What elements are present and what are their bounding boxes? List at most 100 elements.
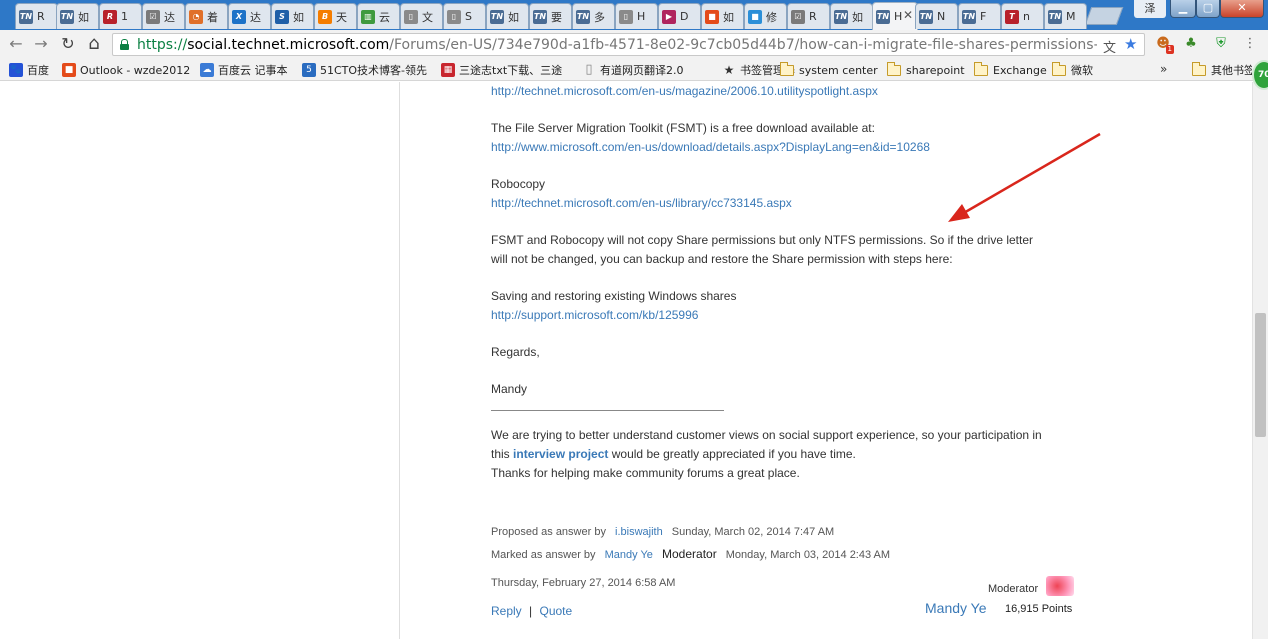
browser-tab[interactable]: TN 多 [572, 3, 615, 29]
minimize-button[interactable]: ▁ [1170, 0, 1196, 18]
extension-shield-icon[interactable]: ⛨ [1212, 35, 1230, 53]
tab-strip: 泽 ▁ ▢ ✕ TN R TN 如 R 1 ☑ 达 ◔ 着 X 达 S 如 B 天 ▥ 云 ▯ 文 ▯ S TN 如 TN 要 TN… [0, 0, 1268, 30]
browser-tab[interactable]: ■ 如 [701, 3, 744, 29]
browser-tab[interactable]: ▶ D [658, 3, 701, 29]
tab-close-icon[interactable]: ✕ [903, 8, 913, 22]
survey-line-1: We are trying to better understand custo… [491, 428, 1042, 442]
tab-title: F [980, 10, 987, 23]
page-icon: ▯ [404, 9, 418, 24]
bookmarks-overflow-button[interactable]: » [1160, 62, 1167, 76]
robocopy-text: Robocopy [491, 177, 546, 191]
url-text: https://social.technet.microsoft.com/For… [137, 37, 1097, 53]
survey-line-2: this interview project would be greatly … [491, 445, 856, 464]
browser-tab[interactable]: TN 要 [529, 3, 572, 29]
robocopy-link[interactable]: http://technet.microsoft.com/en-us/libra… [491, 194, 792, 213]
technet-icon: TN [876, 9, 890, 24]
technet-icon: TN [1048, 9, 1062, 24]
kb-link[interactable]: http://support.microsoft.com/kb/125996 [491, 306, 698, 325]
browser-tab[interactable]: TN N [915, 3, 958, 29]
tab-title: S [465, 10, 472, 23]
blogger-icon: B [318, 9, 332, 24]
browser-tab[interactable]: ◔ 着 [185, 3, 228, 29]
url-path: /Forums/en-US/734e790d-a1fb-4571-8e02-9c… [389, 37, 1097, 53]
share-note-line-1: FSMT and Robocopy will not copy Share pe… [491, 233, 1034, 247]
bookmarks-bar: » 其他书签 🐾 百度 ■ Outlook - wzde2012 ☁ 百度云 记事本 5 51… [0, 59, 1268, 81]
extension-clover-icon[interactable]: ♣ [1182, 35, 1200, 53]
bookmark-label: 百度 [27, 64, 49, 77]
translate-icon[interactable]: 文 [1103, 37, 1116, 56]
browser-tab[interactable]: TN H ✕ [872, 2, 918, 30]
technet-icon: TN [19, 9, 33, 24]
author-avatar[interactable] [1046, 576, 1074, 596]
browser-tab[interactable]: TN R [15, 3, 58, 29]
proposed-user-link[interactable]: i.biswajith [615, 526, 663, 538]
browser-tab[interactable]: R1 [99, 3, 142, 29]
proposed-label: Proposed as answer by [491, 526, 606, 538]
page-icon: ▯ [585, 62, 593, 77]
browser-tab[interactable]: ☑ 达 [142, 3, 185, 29]
page-scrollbar[interactable] [1252, 82, 1268, 639]
browser-tab[interactable]: TN 如 [56, 3, 99, 29]
menu-icon[interactable]: ⋮ [1241, 35, 1259, 53]
scrollbar-thumb[interactable] [1255, 313, 1266, 437]
extension-user-icon[interactable]: ☻ 1 [1154, 35, 1174, 54]
author-points: 16,915 Points [1005, 603, 1073, 615]
browser-tab[interactable]: ▯ S [443, 3, 486, 29]
browser-tab[interactable]: TN F [958, 3, 1001, 29]
bookmark-item[interactable]: system center [780, 62, 902, 78]
browser-tab[interactable]: TN 如 [486, 3, 529, 29]
bookmark-item[interactable]: 5 51CTO技术博客-领先 [302, 62, 454, 78]
bookmark-item[interactable]: 微软 [1052, 62, 1144, 78]
s-icon: S [275, 9, 289, 24]
tab-title: H [894, 10, 903, 23]
survey-line-2-start: this [491, 447, 510, 461]
reply-link[interactable]: Reply [491, 604, 522, 618]
browser-tab[interactable]: ▯ H [615, 3, 658, 29]
back-button[interactable]: ← [6, 34, 26, 54]
browser-tab[interactable]: B天 [314, 3, 357, 29]
bookmark-item[interactable]: ▯ 有道网页翻译2.0 [582, 62, 734, 78]
quote-link[interactable]: Quote [540, 604, 573, 618]
browser-tab[interactable]: ☑ R [787, 3, 830, 29]
browser-tab[interactable]: TN M [1044, 3, 1087, 29]
new-tab-button[interactable] [1084, 7, 1124, 25]
tab-title: 文 [422, 10, 433, 24]
forward-button[interactable]: → [31, 34, 51, 54]
other-bookmarks-folder[interactable]: 其他书签 [1192, 62, 1252, 78]
bookmark-label: 微软 [1071, 64, 1093, 77]
fsmt-download-link[interactable]: http://www.microsoft.com/en-us/download/… [491, 138, 930, 157]
bookmark-favicon-icon: ▦ [441, 63, 455, 77]
maximize-button[interactable]: ▢ [1196, 0, 1220, 18]
page-icon: ▯ [619, 9, 633, 24]
technet-icon: TN [533, 9, 547, 24]
window-user-badge[interactable]: 泽 [1134, 0, 1166, 18]
saving-shares-text: Saving and restoring existing Windows sh… [491, 289, 737, 303]
bookmark-item[interactable]: ▦ 三途志txt下载、三途 [441, 62, 591, 78]
chart-icon: ▥ [361, 9, 375, 24]
bookmark-item[interactable]: ■ Outlook - wzde2012 [62, 62, 216, 78]
address-bar[interactable]: https://social.technet.microsoft.com/For… [112, 33, 1145, 56]
tab-title: 如 [293, 10, 304, 24]
home-button[interactable]: ⌂ [84, 34, 104, 54]
bookmark-star-icon[interactable]: ★ [1124, 35, 1137, 53]
browser-tab[interactable]: Tn [1001, 3, 1044, 29]
marked-answer-info: Marked as answer by Mandy Ye Moderator M… [491, 545, 890, 565]
url-host: social.technet.microsoft.com [187, 37, 390, 53]
reload-button[interactable]: ↻ [58, 34, 78, 54]
browser-tab[interactable]: ▯ 文 [400, 3, 443, 29]
window-close-button[interactable]: ✕ [1220, 0, 1264, 18]
marked-user-link[interactable]: Mandy Ye [605, 549, 653, 561]
browser-tab[interactable]: ■ 修 [744, 3, 787, 29]
author-name-link[interactable]: Mandy Ye [925, 599, 987, 618]
browser-tab[interactable]: TN 如 [830, 3, 873, 29]
vs-icon: ▶ [662, 9, 676, 24]
browser-tab[interactable]: ▥ 云 [357, 3, 400, 29]
browser-tab[interactable]: S如 [271, 3, 314, 29]
browser-tab[interactable]: X达 [228, 3, 271, 29]
bookmark-item[interactable]: ☁ 百度云 记事本 [200, 62, 316, 78]
marked-role: Moderator [662, 547, 717, 561]
utility-spotlight-link[interactable]: http://technet.microsoft.com/en-us/magaz… [491, 82, 878, 101]
interview-project-link[interactable]: interview project [513, 447, 608, 461]
bookmark-label: 有道网页翻译2.0 [600, 64, 684, 77]
folder-icon [1052, 62, 1066, 76]
